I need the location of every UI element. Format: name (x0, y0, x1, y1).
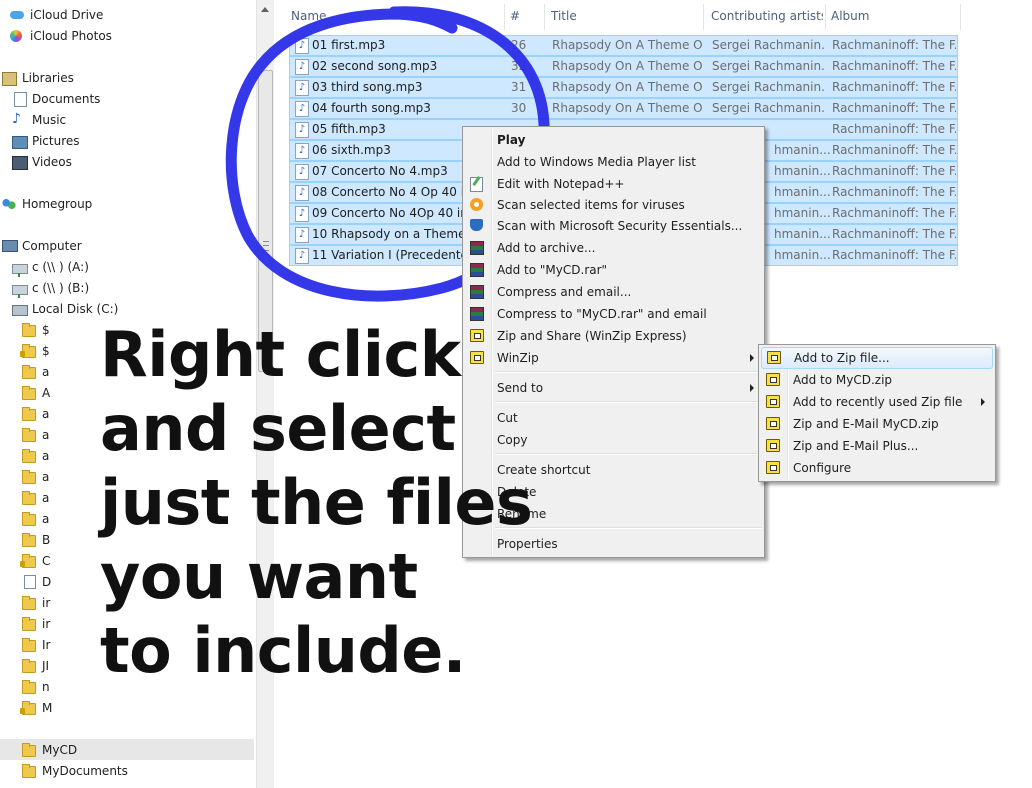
winzip-icon (766, 395, 780, 408)
locked-folder-icon (20, 344, 36, 358)
menu-item-add-wmp[interactable]: Add to Windows Media Player list (465, 151, 762, 173)
videos-icon (12, 156, 28, 170)
menu-item-zip-email-mycd[interactable]: Zip and E-Mail MyCD.zip (761, 413, 993, 435)
photos-icon (10, 30, 22, 42)
menu-separator (495, 371, 762, 373)
menu-item-zip-share[interactable]: Zip and Share (WinZip Express) (465, 325, 762, 347)
folder-icon (22, 491, 36, 505)
menu-item-add-archive[interactable]: Add to archive... (465, 237, 762, 259)
folder-icon (22, 764, 36, 778)
shortcut-icon (24, 575, 36, 589)
instruction-line: to include. (100, 614, 466, 687)
winrar-icon (470, 241, 484, 255)
locked-folder-icon (20, 554, 36, 568)
menu-item-add-zip-file[interactable]: Add to Zip file... (761, 347, 993, 369)
menu-item-compress-email[interactable]: Compress and email... (465, 281, 762, 303)
folder-icon (22, 533, 36, 547)
folder-icon (22, 323, 36, 337)
menu-item-add-rar[interactable]: Add to "MyCD.rar" (465, 259, 762, 281)
library-icon (2, 72, 17, 86)
menu-item-edit-notepad[interactable]: Edit with Notepad++ (465, 173, 762, 195)
folder-icon (22, 386, 36, 400)
menu-item-compress-rar-email[interactable]: Compress to "MyCD.rar" and email (465, 303, 762, 325)
menu-item-scan-mse[interactable]: Scan with Microsoft Security Essentials.… (465, 215, 762, 237)
column-separator[interactable] (703, 4, 704, 30)
cloud-icon (10, 11, 24, 19)
winrar-icon (470, 263, 484, 277)
notepad-icon (470, 177, 483, 192)
menu-item-add-mycd-zip[interactable]: Add to MyCD.zip (761, 369, 993, 391)
menu-item-winzip[interactable]: WinZip (465, 347, 762, 369)
submenu-arrow-icon (750, 384, 754, 392)
menu-item-cut[interactable]: Cut (465, 407, 762, 429)
submenu-arrow-icon (750, 354, 754, 362)
nav-selection-highlight (0, 739, 254, 760)
computer-icon (2, 240, 18, 252)
folder-icon (22, 617, 36, 631)
winzip-icon (766, 461, 780, 474)
column-separator[interactable] (825, 4, 826, 30)
antivirus-icon (470, 198, 483, 211)
column-separator[interactable] (960, 4, 961, 30)
menu-separator (495, 453, 762, 455)
folder-icon (22, 512, 36, 526)
network-drive-icon (12, 264, 28, 277)
network-drive-icon (12, 285, 28, 298)
folder-icon (22, 638, 36, 652)
folder-icon (22, 407, 36, 421)
winzip-icon (766, 417, 780, 430)
folder-icon (22, 470, 36, 484)
instruction-text: Right click and select just the files yo… (100, 318, 533, 688)
folder-icon (22, 680, 36, 694)
folder-icon (22, 659, 36, 673)
folder-icon (22, 428, 36, 442)
menu-item-play[interactable]: Play (465, 129, 762, 151)
folder-icon (22, 596, 36, 610)
column-header-album[interactable]: Album (831, 0, 956, 32)
menu-item-configure[interactable]: Configure (761, 457, 993, 479)
winzip-icon (767, 351, 781, 364)
winzip-icon (766, 439, 780, 452)
column-header-artists[interactable]: Contributing artists (711, 0, 823, 32)
menu-separator (495, 527, 762, 529)
instruction-line: and select (100, 392, 456, 465)
submenu-arrow-icon (981, 398, 985, 406)
menu-item-send-to[interactable]: Send to (465, 377, 762, 399)
menu-item-scan-viruses[interactable]: Scan selected items for viruses (465, 194, 762, 216)
pictures-icon (12, 136, 28, 149)
folder-icon (22, 743, 36, 757)
menu-separator (495, 401, 762, 403)
instruction-line: Right click (100, 318, 461, 391)
disk-icon (12, 305, 28, 316)
documents-icon (14, 92, 27, 107)
locked-folder-icon (20, 701, 36, 715)
instruction-line: you want (100, 540, 418, 613)
homegroup-icon (2, 198, 16, 210)
menu-item-zip-email-plus[interactable]: Zip and E-Mail Plus... (761, 435, 993, 457)
winzip-icon (766, 373, 780, 386)
winzip-submenu: Add to Zip file... Add to MyCD.zip Add t… (758, 344, 996, 482)
music-icon: ♪ (12, 111, 21, 127)
folder-icon (22, 449, 36, 463)
winrar-icon (470, 285, 484, 299)
column-header-title[interactable]: Title (551, 0, 701, 32)
folder-icon (22, 365, 36, 379)
menu-item-add-recent-zip[interactable]: Add to recently used Zip file (761, 391, 993, 413)
security-essentials-icon (470, 219, 483, 231)
instruction-line: just the files (100, 466, 533, 539)
menu-item-copy[interactable]: Copy (465, 429, 762, 451)
